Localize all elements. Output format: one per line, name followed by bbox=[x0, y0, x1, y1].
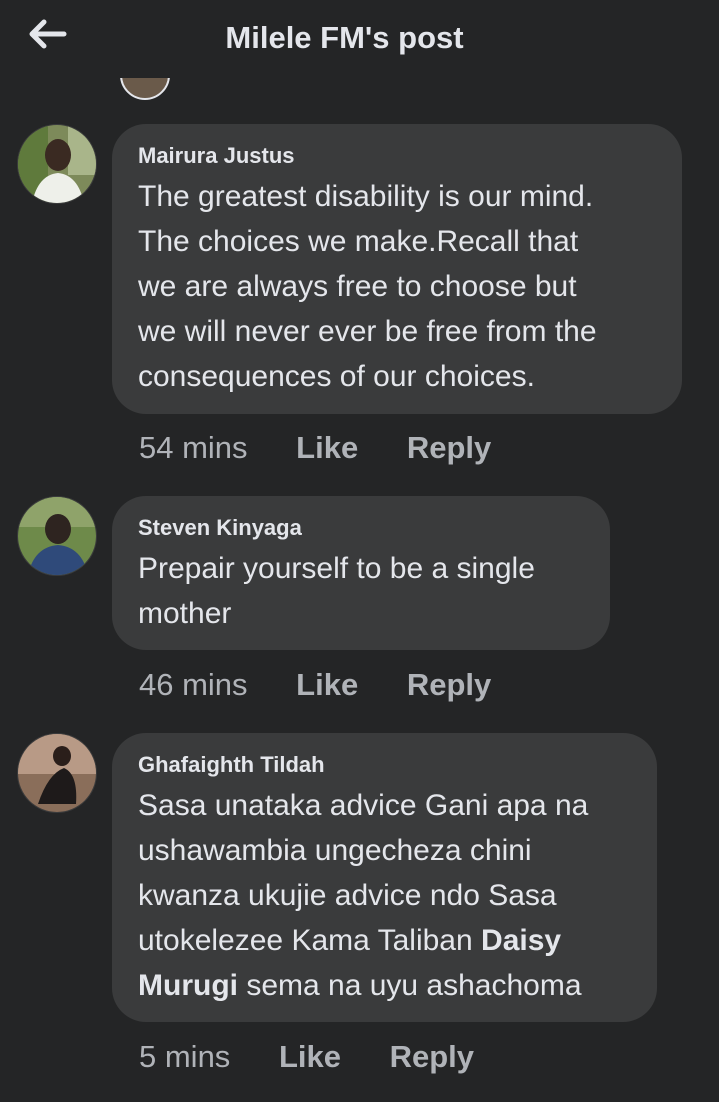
comment-text: Prepair yourself to be a single mother bbox=[138, 546, 582, 636]
mention-link[interactable]: Daisy bbox=[481, 924, 561, 957]
comment-text: The greatest disability is our mind. The… bbox=[138, 174, 654, 399]
like-button[interactable]: Like bbox=[296, 430, 358, 465]
page-title: Milele FM's post bbox=[225, 20, 464, 55]
comment-bubble: Steven Kinyaga Prepair yourself to be a … bbox=[112, 496, 610, 650]
comment-actions: 46 mins Like Reply bbox=[139, 667, 531, 703]
comment-bubble: Ghafaighth Tildah Sasa unataka advice Ga… bbox=[112, 733, 657, 1022]
top-bar: Milele FM's post bbox=[0, 0, 719, 78]
comment-author[interactable]: Ghafaighth Tildah bbox=[138, 751, 629, 779]
comment-line: utokelezee Kama Taliban Daisy bbox=[138, 918, 629, 963]
avatar[interactable] bbox=[17, 496, 97, 576]
comment-bubble: Mairura Justus The greatest disability i… bbox=[112, 124, 682, 414]
comment-line: The greatest disability is our mind. bbox=[138, 180, 594, 213]
comment-actions: 54 mins Like Reply bbox=[139, 430, 531, 466]
reply-button[interactable]: Reply bbox=[407, 667, 491, 702]
avatar[interactable] bbox=[17, 124, 97, 204]
comment-line: consequences of our choices. bbox=[138, 360, 535, 393]
comment-time: 54 mins bbox=[139, 430, 248, 465]
reply-button[interactable]: Reply bbox=[390, 1039, 474, 1074]
avatar bbox=[120, 76, 170, 100]
comment-line: Murugi sema na uyu ashachoma bbox=[138, 963, 629, 1008]
comment-author[interactable]: Steven Kinyaga bbox=[138, 514, 582, 542]
comment-line: Prepair yourself to be a single bbox=[138, 552, 535, 585]
comment-line: mother bbox=[138, 597, 232, 630]
comment-line: Sasa unataka advice Gani apa na bbox=[138, 789, 589, 822]
comment-line: kwanza ukujie advice ndo Sasa bbox=[138, 879, 557, 912]
comment-time: 46 mins bbox=[139, 667, 248, 702]
comment-actions: 5 mins Like Reply bbox=[139, 1039, 514, 1075]
comment-line: we will never ever be free from the bbox=[138, 315, 597, 348]
reply-button[interactable]: Reply bbox=[407, 430, 491, 465]
comment-line: The choices we make.Recall that bbox=[138, 225, 579, 258]
like-button[interactable]: Like bbox=[296, 667, 358, 702]
comment-text-fragment: sema na uyu ashachoma bbox=[246, 969, 582, 1002]
comment-line: ushawambia ungecheza chini bbox=[138, 834, 532, 867]
avatar[interactable] bbox=[17, 733, 97, 813]
comment-time: 5 mins bbox=[139, 1039, 231, 1074]
comment-author[interactable]: Mairura Justus bbox=[138, 142, 654, 170]
comment-text-fragment: utokelezee Kama Taliban bbox=[138, 924, 473, 957]
like-button[interactable]: Like bbox=[279, 1039, 341, 1074]
comment-line: we are always free to choose but bbox=[138, 270, 577, 303]
comment-text: Sasa unataka advice Gani apa na ushawamb… bbox=[138, 783, 629, 1008]
mention-link[interactable]: Murugi bbox=[138, 969, 238, 1002]
previous-comment-fragment bbox=[118, 76, 678, 100]
